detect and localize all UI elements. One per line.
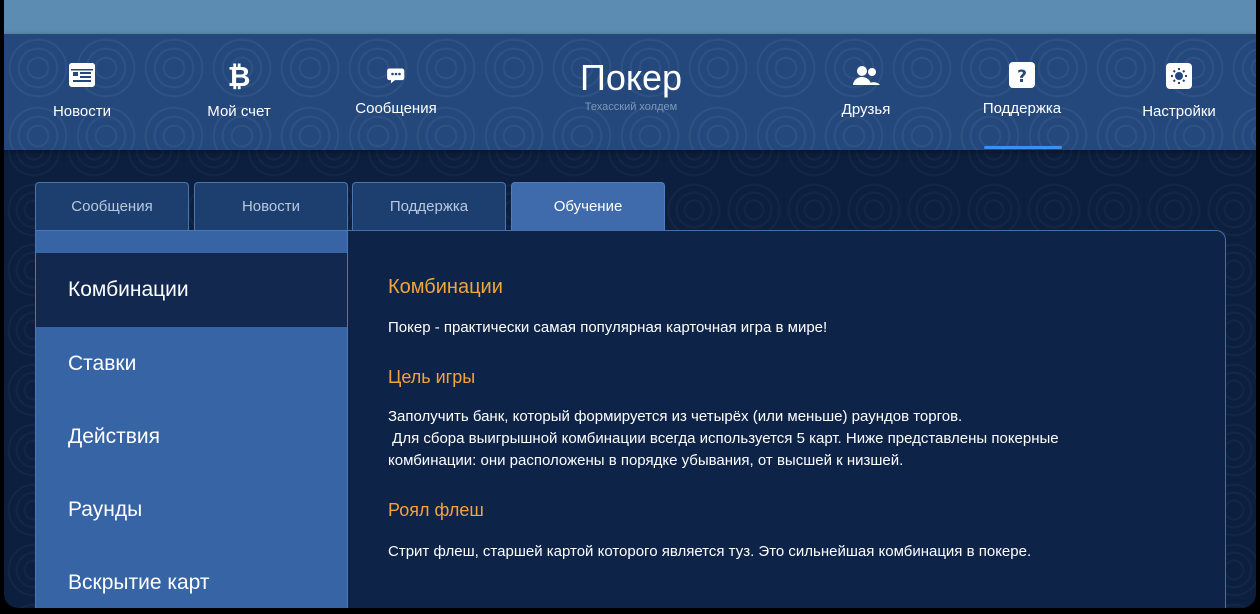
chat-bubble-icon [321,60,471,94]
screen-frame: Новости ₿ Мой счет Сообщения Покер Техас… [0,0,1260,614]
svg-text:?: ? [1017,67,1027,87]
royal-flush-text: Стрит флеш, старшей картой которого явля… [388,543,1032,560]
settings-icon [1104,60,1254,94]
newspaper-icon [7,60,157,94]
nav-item-friends[interactable]: Друзья [791,60,941,118]
friends-icon [791,60,941,94]
tab-news[interactable]: Новости [194,182,348,230]
nav-item-news[interactable]: Новости [7,60,157,120]
sidebar-item-actions[interactable]: Действия [36,400,347,474]
sidebar-item-combinations[interactable]: Комбинации [36,253,347,327]
nav-label-messages: Сообщения [355,100,437,117]
page-title: Покер [579,57,683,98]
bitcoin-icon: ₿ [164,60,314,94]
nav-label-news: Новости [52,103,112,120]
tab-messages[interactable]: Сообщения [35,182,189,230]
article-title: Комбинации [388,276,503,298]
nav-label-settings: Настройки [1142,103,1216,120]
royal-flush-heading: Роял флеш [388,500,484,520]
nav-label-friends: Друзья [841,101,891,118]
poker-app: Новости ₿ Мой счет Сообщения Покер Техас… [4,0,1256,608]
nav-item-settings[interactable]: Настройки [1104,60,1254,120]
help-icon: ? [947,60,1097,94]
brand: Покер Техасский холдем [531,57,731,114]
top-navigation: Новости ₿ Мой счет Сообщения Покер Техас… [4,34,1256,150]
goal-text-line-3: комбинации: они расположены в порядке уб… [388,452,904,469]
content-panel: Комбинации Покер - практически самая поп… [348,230,1226,608]
goal-heading: Цель игры [388,367,476,387]
tab-learning[interactable]: Обучение [511,182,665,230]
article: Комбинации Покер - практически самая поп… [388,276,1188,563]
nav-item-messages[interactable]: Сообщения [321,60,471,117]
sidebar: Комбинации Ставки Действия Раунды Вскрыт… [35,230,348,608]
tab-support[interactable]: Поддержка [352,182,506,230]
sidebar-item-rounds[interactable]: Раунды [36,473,347,547]
article-intro: Покер - практически самая популярная кар… [388,319,828,336]
sidebar-item-showdown[interactable]: Вскрытие карт [36,546,347,608]
nav-label-account: Мой счет [207,103,271,120]
svg-text:₿: ₿ [228,60,251,90]
goal-text-line-2: Для сбора выигрышной комбинации всегда и… [388,430,1059,447]
nav-label-support: Поддержка [982,100,1062,117]
active-nav-indicator [984,146,1062,149]
nav-item-account[interactable]: ₿ Мой счет [164,60,314,120]
goal-text-line-1: Заполучить банк, который формируется из … [388,408,963,425]
nav-item-support[interactable]: ? Поддержка [947,60,1097,117]
sidebar-item-bets[interactable]: Ставки [36,327,347,401]
page-subtitle: Техасский холдем [584,101,678,113]
top-strip [4,0,1256,34]
